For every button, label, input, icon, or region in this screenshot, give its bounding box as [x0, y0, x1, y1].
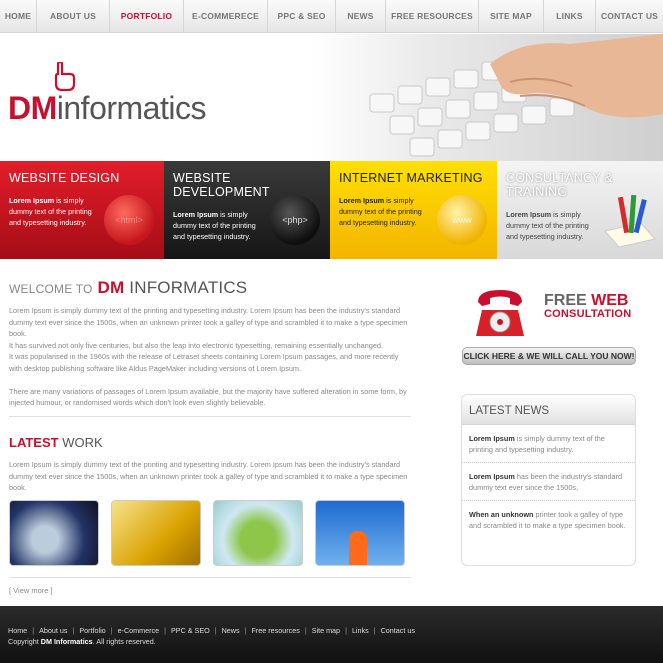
portfolio-thumb-2[interactable] — [111, 500, 201, 566]
header-banner: DMinformatics — [0, 34, 663, 161]
footer-link-free-resources[interactable]: Free resources — [251, 626, 299, 635]
nav-contact-us[interactable]: Contact Us — [596, 0, 663, 33]
divider — [9, 416, 411, 417]
footer: Home | About us | Portfolio | e-Commerce | P… — [0, 606, 663, 663]
service-internet-marketing[interactable]: Internet Marketing Lorem Ipsum is simply… — [330, 161, 497, 259]
latest-work-text: Lorem Ipsum is simply dummy text of the … — [9, 460, 408, 493]
service-website-development[interactable]: Website Development Lorem Ipsum is simpl… — [164, 161, 330, 259]
nav-free-resources[interactable]: Free Resources — [386, 0, 479, 33]
logo-name: informatics — [56, 90, 207, 126]
portfolio-thumb-3[interactable] — [213, 500, 303, 566]
footer-link-contact[interactable]: Contact us — [381, 626, 415, 635]
portfolio-thumbnails — [9, 500, 405, 566]
services-row: Website Design Lorem Ipsum is simply dum… — [0, 161, 663, 259]
nav-links[interactable]: Links — [544, 0, 596, 33]
footer-link-news[interactable]: News — [222, 626, 240, 635]
nav-site-map[interactable]: Site Map — [479, 0, 544, 33]
service-consultancy-training[interactable]: Consultancy & Training Lorem Ipsum is si… — [497, 161, 663, 259]
latest-news-title: LATEST NEWS — [462, 395, 635, 425]
service-title: Website Design — [9, 171, 120, 185]
service-text: Lorem Ipsum is simply dummy text of the … — [339, 196, 422, 227]
service-website-design[interactable]: Website Design Lorem Ipsum is simply dum… — [0, 161, 164, 259]
nav-about-us[interactable]: About Us — [37, 0, 110, 33]
news-item[interactable]: Lorem Ipsum has been the industry's stan… — [462, 463, 635, 501]
news-item[interactable]: Lorem Ipsum is simply dummy text of the … — [462, 425, 635, 463]
keyboard-hand-image — [310, 34, 663, 161]
www-badge-icon: www — [437, 195, 487, 245]
footer-link-about[interactable]: About us — [39, 626, 67, 635]
footer-links: Home | About us | Portfolio | e-Commerce | P… — [8, 626, 415, 635]
view-more-link[interactable]: [ View more ] — [9, 586, 53, 595]
service-text: Lorem Ipsum is simply dummy text of the … — [9, 196, 92, 227]
latest-news-panel: LATEST NEWS Lorem Ipsum is simply dummy … — [461, 394, 636, 566]
html-badge-icon: <html> — [104, 195, 154, 245]
portfolio-thumb-1[interactable] — [9, 500, 99, 566]
telephone-icon — [476, 290, 524, 336]
service-title: Internet Marketing — [339, 171, 483, 185]
portfolio-thumb-4[interactable] — [315, 500, 405, 566]
site-logo[interactable]: DMinformatics — [8, 90, 206, 127]
service-text: Lorem Ipsum is simply dummy text of the … — [506, 210, 589, 241]
consultation-text: CONSULTATION — [544, 308, 632, 320]
footer-link-home[interactable]: Home — [8, 626, 27, 635]
welcome-heading: WELCOME TO DM INFORMATICS — [9, 278, 248, 297]
latest-work-heading: LATEST WORK — [9, 435, 103, 450]
footer-link-links[interactable]: Links — [352, 626, 369, 635]
welcome-text: Lorem Ipsum is simply dummy text of the … — [9, 306, 408, 408]
copyright-text: Copyright DM Informatics. All rights res… — [8, 637, 156, 646]
footer-link-site-map[interactable]: Site map — [312, 626, 340, 635]
news-item[interactable]: When an unknown printer took a galley of… — [462, 501, 635, 538]
top-nav: Home About Us Portfolio E-Commerece PPC … — [0, 0, 663, 33]
nav-news[interactable]: News — [336, 0, 386, 33]
footer-link-portfolio[interactable]: Portfolio — [79, 626, 105, 635]
call-me-button[interactable]: CLICK HERE & WE WILL CALL YOU NOW! — [462, 347, 636, 365]
pointing-hand-icon — [54, 62, 76, 92]
free-consultation-banner[interactable]: FREE WEB CONSULTATION — [462, 280, 640, 348]
nav-portfolio[interactable]: Portfolio — [110, 0, 184, 33]
nav-e-commerce[interactable]: E-Commerece — [184, 0, 268, 33]
nav-ppc-seo[interactable]: PPC & SEO — [268, 0, 336, 33]
footer-link-ppc-seo[interactable]: PPC & SEO — [171, 626, 210, 635]
footer-link-ecommerce[interactable]: e-Commerce — [118, 626, 160, 635]
nav-home[interactable]: Home — [0, 0, 37, 33]
logo-prefix: DM — [8, 90, 57, 126]
php-badge-icon: <php> — [270, 195, 320, 245]
service-text: Lorem Ipsum is simply dummy text of the … — [173, 210, 256, 241]
divider — [9, 577, 411, 578]
pencils-paper-icon — [604, 194, 656, 248]
